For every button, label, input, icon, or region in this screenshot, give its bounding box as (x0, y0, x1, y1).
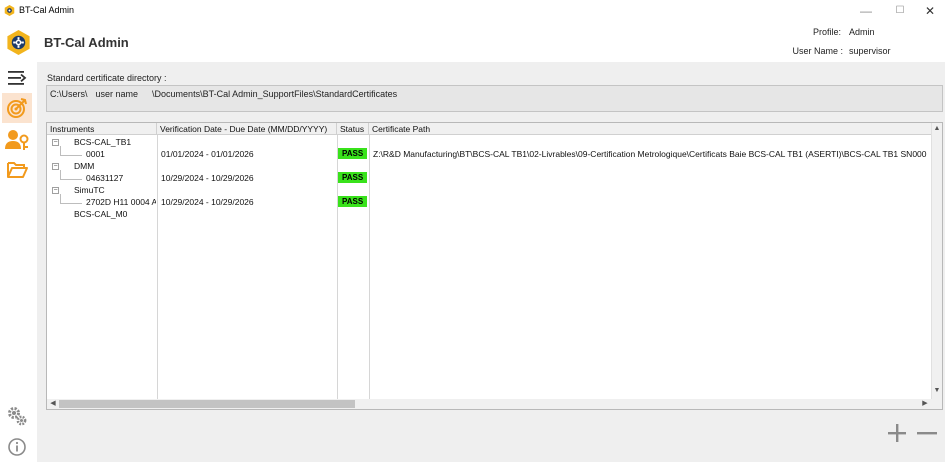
info-icon (8, 438, 26, 456)
column-divider (157, 135, 158, 399)
verification-dates: 01/01/2024 - 01/01/2026 (161, 149, 254, 159)
remove-button[interactable] (916, 423, 938, 443)
instrument-serial[interactable]: 2702D H11 0004 A (86, 197, 156, 207)
scroll-right-icon[interactable]: ▶ (920, 399, 930, 409)
tree-expander-simutc[interactable]: − (52, 187, 59, 194)
scrollbar-corner (931, 399, 942, 409)
column-divider (369, 135, 370, 399)
instruments-grid[interactable]: Instruments Verification Date - Due Date… (46, 122, 943, 410)
sidebar-item-folders[interactable] (2, 155, 32, 185)
profile-value: Admin (849, 27, 875, 37)
verification-dates: 10/29/2024 - 10/29/2026 (161, 173, 254, 183)
sidebar-item-users[interactable] (2, 125, 32, 155)
directory-path-field[interactable]: C:\Users\ user name \Documents\BT-Cal Admi… (46, 85, 943, 112)
folder-open-icon (7, 162, 28, 178)
window-title: BT-Cal Admin (19, 5, 75, 15)
tree-connector (60, 203, 82, 204)
column-header-dates[interactable]: Verification Date - Due Date (MM/DD/YYYY… (157, 123, 337, 135)
username-value: supervisor (849, 46, 891, 56)
app-title: BT-Cal Admin (44, 35, 129, 50)
instrument-name[interactable]: SimuTC (74, 185, 105, 195)
sidebar-collapse-button[interactable] (2, 63, 32, 93)
window-title-bar: BT-Cal Admin — ☐ ✕ (0, 0, 945, 22)
directory-path-suffix: \Documents\BT-Cal Admin_SupportFiles\Sta… (152, 89, 398, 99)
column-header-instruments[interactable]: Instruments (47, 123, 157, 135)
horizontal-scrollbar[interactable]: ◀ ▶ (47, 399, 931, 409)
sidebar-item-calibration[interactable] (2, 93, 32, 123)
verification-dates: 10/29/2024 - 10/29/2026 (161, 197, 254, 207)
certificate-path[interactable]: Z:\R&D Manufacturing\BT\BCS-CAL TB1\02-L… (373, 149, 927, 159)
vertical-scrollbar[interactable]: ▲ ▼ (931, 123, 942, 399)
column-header-status[interactable]: Status (337, 123, 369, 135)
directory-path-prefix: C:\Users\ (50, 89, 88, 99)
instrument-serial[interactable]: 0001 (86, 149, 105, 159)
plus-icon (888, 424, 906, 442)
instrument-serial[interactable]: 04631127 (86, 173, 123, 183)
status-badge: PASS (338, 148, 368, 159)
minimize-button[interactable]: — (851, 2, 881, 20)
collapse-menu-icon (8, 71, 27, 85)
settings-gears-icon (8, 407, 27, 426)
minus-icon (917, 432, 937, 435)
tree-expander-bcs-cal-tb1[interactable]: − (52, 139, 59, 146)
directory-path-user: user name (95, 89, 139, 99)
directory-label: Standard certificate directory : (47, 73, 167, 83)
user-key-icon (5, 130, 29, 150)
scroll-left-icon[interactable]: ◀ (48, 399, 58, 409)
close-button[interactable]: ✕ (915, 2, 945, 20)
maximize-button[interactable]: ☐ (885, 2, 915, 20)
tree-connector (60, 155, 82, 156)
tree-expander-dmm[interactable]: − (52, 163, 59, 170)
profile-label: Profile: (812, 27, 841, 37)
instrument-name[interactable]: BCS-CAL_M0 (74, 209, 127, 219)
scroll-down-icon[interactable]: ▼ (932, 386, 942, 396)
instrument-name[interactable]: BCS-CAL_TB1 (74, 137, 131, 147)
add-button[interactable] (887, 423, 907, 443)
directory-path-text: C:\Users\ user name \Documents\BT-Cal Admi… (50, 89, 397, 99)
app-logo-small-icon (4, 5, 15, 16)
status-badge: PASS (338, 196, 368, 207)
instrument-name[interactable]: DMM (74, 161, 94, 171)
horizontal-scroll-thumb[interactable] (59, 400, 355, 408)
status-badge: PASS (338, 172, 368, 183)
target-icon (7, 98, 27, 118)
scroll-up-icon[interactable]: ▲ (932, 124, 942, 134)
column-header-certificate-path[interactable]: Certificate Path (369, 123, 931, 135)
sidebar-info-button[interactable] (2, 432, 32, 462)
sidebar-settings-button[interactable] (2, 401, 32, 431)
tree-connector (60, 179, 82, 180)
app-logo-icon (7, 29, 30, 56)
username-label: User Name : (792, 46, 843, 56)
